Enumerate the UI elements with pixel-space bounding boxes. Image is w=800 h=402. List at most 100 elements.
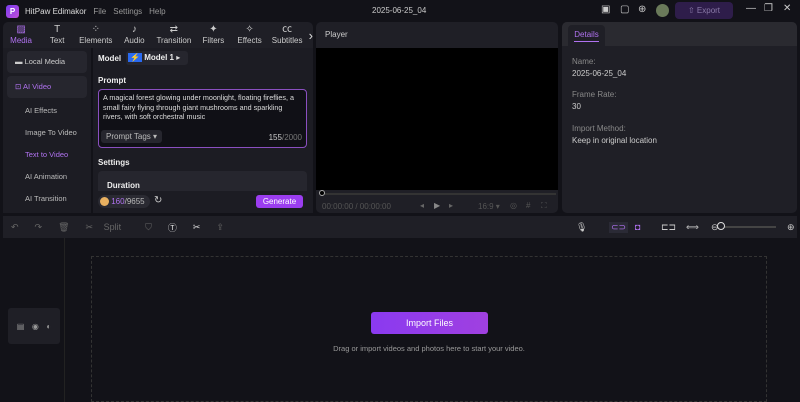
export-button[interactable]: ⇧ Export bbox=[675, 2, 733, 19]
grid-icon[interactable]: # bbox=[526, 201, 530, 210]
tab-label: Audio bbox=[124, 36, 145, 45]
microphone-icon[interactable]: 🎙 bbox=[576, 222, 587, 233]
audio-icon: ♪ bbox=[131, 24, 137, 35]
next-frame-icon[interactable]: ▸ bbox=[449, 201, 453, 210]
refresh-icon[interactable]: ↻ bbox=[154, 195, 162, 206]
split-track-icon[interactable]: ⊏⊐ bbox=[661, 222, 676, 233]
fit-icon[interactable]: ⟺ bbox=[686, 222, 699, 233]
split-button[interactable]: ✂ Split bbox=[86, 222, 130, 233]
track-eye-icon[interactable]: ◉ bbox=[32, 322, 39, 331]
time-display: 00:00:00 / 00:00:00 bbox=[322, 202, 391, 211]
marker-icon[interactable]: ⛉ bbox=[145, 222, 152, 233]
tab-text[interactable]: T Text bbox=[39, 25, 75, 45]
player-panel: Player 00:00:00 / 00:00:00 ◂ ▶ ▸ 16:9 ▾ … bbox=[316, 22, 558, 213]
seek-handle[interactable] bbox=[319, 190, 325, 196]
tab-audio[interactable]: ♪ Audio bbox=[116, 25, 152, 45]
name-value: 2025-06-25_04 bbox=[572, 69, 627, 78]
name-label: Name: bbox=[572, 57, 596, 66]
close-icon[interactable]: ✕ bbox=[783, 3, 791, 14]
import-method-label: Import Method: bbox=[572, 124, 626, 133]
menu-help[interactable]: Help bbox=[149, 7, 165, 16]
zoom-in-icon[interactable]: ⊕ bbox=[787, 222, 795, 233]
sidebar-item-local-media[interactable]: ▬ Local Media bbox=[7, 51, 87, 73]
drop-hint: Drag or import videos and photos here to… bbox=[333, 344, 525, 353]
tab-media[interactable]: ▨ Media bbox=[3, 25, 39, 45]
track-header: ▤ ◉ ◐ bbox=[8, 308, 60, 344]
tab-transition[interactable]: ⇄ Transition bbox=[152, 25, 195, 45]
label: Local Media bbox=[24, 57, 66, 66]
prompt-tags-dropdown[interactable]: Prompt Tags ▾ bbox=[101, 130, 163, 143]
prompt-label: Prompt bbox=[98, 76, 126, 85]
sidebar-item-ai-video[interactable]: ⊡ AI Video bbox=[7, 76, 87, 98]
chevron-right-icon[interactable]: › bbox=[309, 28, 313, 43]
track-divider bbox=[64, 238, 65, 402]
generate-button[interactable]: Generate bbox=[256, 195, 303, 208]
play-icon[interactable]: ▶ bbox=[434, 201, 440, 210]
menu-settings[interactable]: Settings bbox=[113, 7, 142, 16]
link-icon[interactable]: ⊂⊃ bbox=[609, 221, 629, 233]
frame-rate-value: 30 bbox=[572, 102, 581, 111]
tab-filters[interactable]: ✦ Filters bbox=[195, 25, 231, 45]
tab-label: Media bbox=[10, 36, 32, 45]
tab-effects[interactable]: ✧ Effects bbox=[231, 25, 267, 45]
ratio: 16:9 bbox=[478, 202, 494, 211]
prompt-input[interactable]: A magical forest glowing under moonlight… bbox=[98, 89, 307, 148]
details-panel: Details Name: 2025-06-25_04 Frame Rate: … bbox=[562, 22, 797, 213]
tab-subtitles[interactable]: ㏄ Subtitles bbox=[268, 25, 307, 45]
prompt-text[interactable]: A magical forest glowing under moonlight… bbox=[99, 90, 306, 125]
sidebar-item-ai-effects[interactable]: AI Effects bbox=[3, 100, 91, 122]
prompt-tags-label: Prompt Tags bbox=[106, 132, 151, 141]
credits-total: /9655 bbox=[124, 197, 145, 206]
count-max: /2000 bbox=[281, 133, 302, 142]
undo-icon[interactable]: ↶ bbox=[11, 222, 19, 233]
delete-icon[interactable]: 🗑 bbox=[58, 222, 69, 233]
seek-bar[interactable] bbox=[322, 193, 556, 195]
avatar[interactable] bbox=[656, 4, 669, 17]
layout-icon[interactable]: ▣ bbox=[601, 4, 610, 15]
remove-silence-icon[interactable]: ✂ bbox=[193, 222, 201, 233]
title-bar: P HitPaw Edimakor File Settings Help 202… bbox=[0, 0, 800, 22]
player-title: Player bbox=[325, 30, 348, 39]
restore-icon[interactable]: ❐ bbox=[764, 3, 773, 14]
sidebar-item-text-to-video[interactable]: Text to Video bbox=[3, 144, 91, 166]
aspect-ratio-select[interactable]: 16:9 ▾ bbox=[478, 202, 500, 211]
label: AI Video bbox=[22, 82, 52, 91]
menu-file[interactable]: File bbox=[93, 7, 106, 16]
text-tool-icon[interactable]: Ⓣ bbox=[168, 221, 177, 234]
zoom-handle[interactable] bbox=[717, 222, 725, 230]
feedback-icon[interactable]: ▢ bbox=[620, 4, 629, 15]
track-lock-icon[interactable]: ▤ bbox=[17, 322, 25, 331]
sidebar: ▬ Local Media ⊡ AI Video AI Effects Imag… bbox=[3, 48, 91, 220]
tab-elements[interactable]: ⁘ Elements bbox=[75, 25, 116, 45]
drop-zone[interactable]: Import Files Drag or import videos and p… bbox=[91, 256, 767, 402]
count: 155 bbox=[268, 133, 282, 142]
sidebar-item-ai-transition[interactable]: AI Transition bbox=[3, 188, 91, 210]
sidebar-item-image-to-video[interactable]: Image To Video bbox=[3, 122, 91, 144]
fullscreen-icon[interactable]: ⛶ bbox=[541, 201, 547, 211]
track-audio-icon[interactable]: ◐ bbox=[46, 322, 51, 331]
credits: 160 bbox=[111, 197, 125, 206]
download-icon[interactable]: ⊕ bbox=[638, 4, 646, 15]
subtitles-icon: ㏄ bbox=[282, 24, 293, 35]
tab-details[interactable]: Details bbox=[568, 25, 605, 46]
project-name: 2025-06-25_04 bbox=[372, 6, 427, 15]
minimize-icon[interactable]: — bbox=[746, 3, 756, 14]
sidebar-item-ai-animation[interactable]: AI Animation bbox=[3, 166, 91, 188]
prev-frame-icon[interactable]: ◂ bbox=[420, 201, 424, 210]
tab-label: Effects bbox=[237, 36, 262, 45]
generate-bar: 160/9655 ↻ Generate bbox=[93, 191, 313, 213]
magnet-icon[interactable]: ◘ bbox=[635, 222, 640, 232]
filters-icon: ✦ bbox=[209, 24, 218, 35]
extract-icon[interactable]: ⇪ bbox=[216, 222, 224, 233]
zoom-slider[interactable] bbox=[721, 226, 776, 228]
tab-label: Text bbox=[49, 36, 65, 45]
import-files-button[interactable]: Import Files bbox=[371, 312, 488, 334]
model-value: Model 1 bbox=[144, 53, 174, 62]
model-select[interactable]: ⚡ Model 1 ▸ bbox=[126, 51, 188, 65]
effects-icon: ✧ bbox=[245, 24, 254, 35]
frame-rate-label: Frame Rate: bbox=[572, 90, 617, 99]
lightning-icon: ⚡ bbox=[128, 53, 142, 62]
timeline-toolbar: ↶ ↷ 🗑 ✂ Split ⛉ Ⓣ ✂ ⇪ 🎙 ⊂⊃ ◘ ⊏⊐ ⟺ ⊖ ⊕ bbox=[3, 216, 797, 238]
redo-icon[interactable]: ↷ bbox=[35, 222, 43, 233]
snapshot-icon[interactable]: ◎ bbox=[510, 201, 517, 210]
